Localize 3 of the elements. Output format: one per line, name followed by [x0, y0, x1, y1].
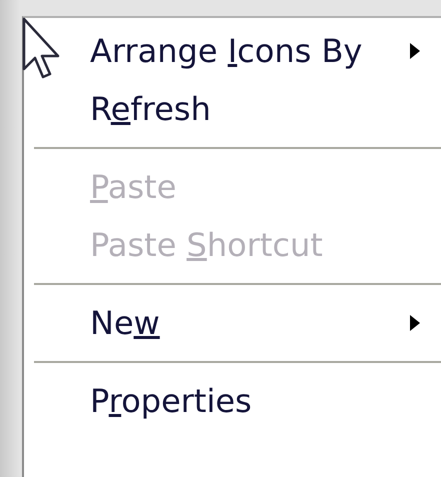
menu-item[interactable]: Properties: [24, 372, 441, 430]
menu-item[interactable]: New: [24, 294, 441, 352]
menu-item[interactable]: Refresh: [24, 80, 441, 138]
